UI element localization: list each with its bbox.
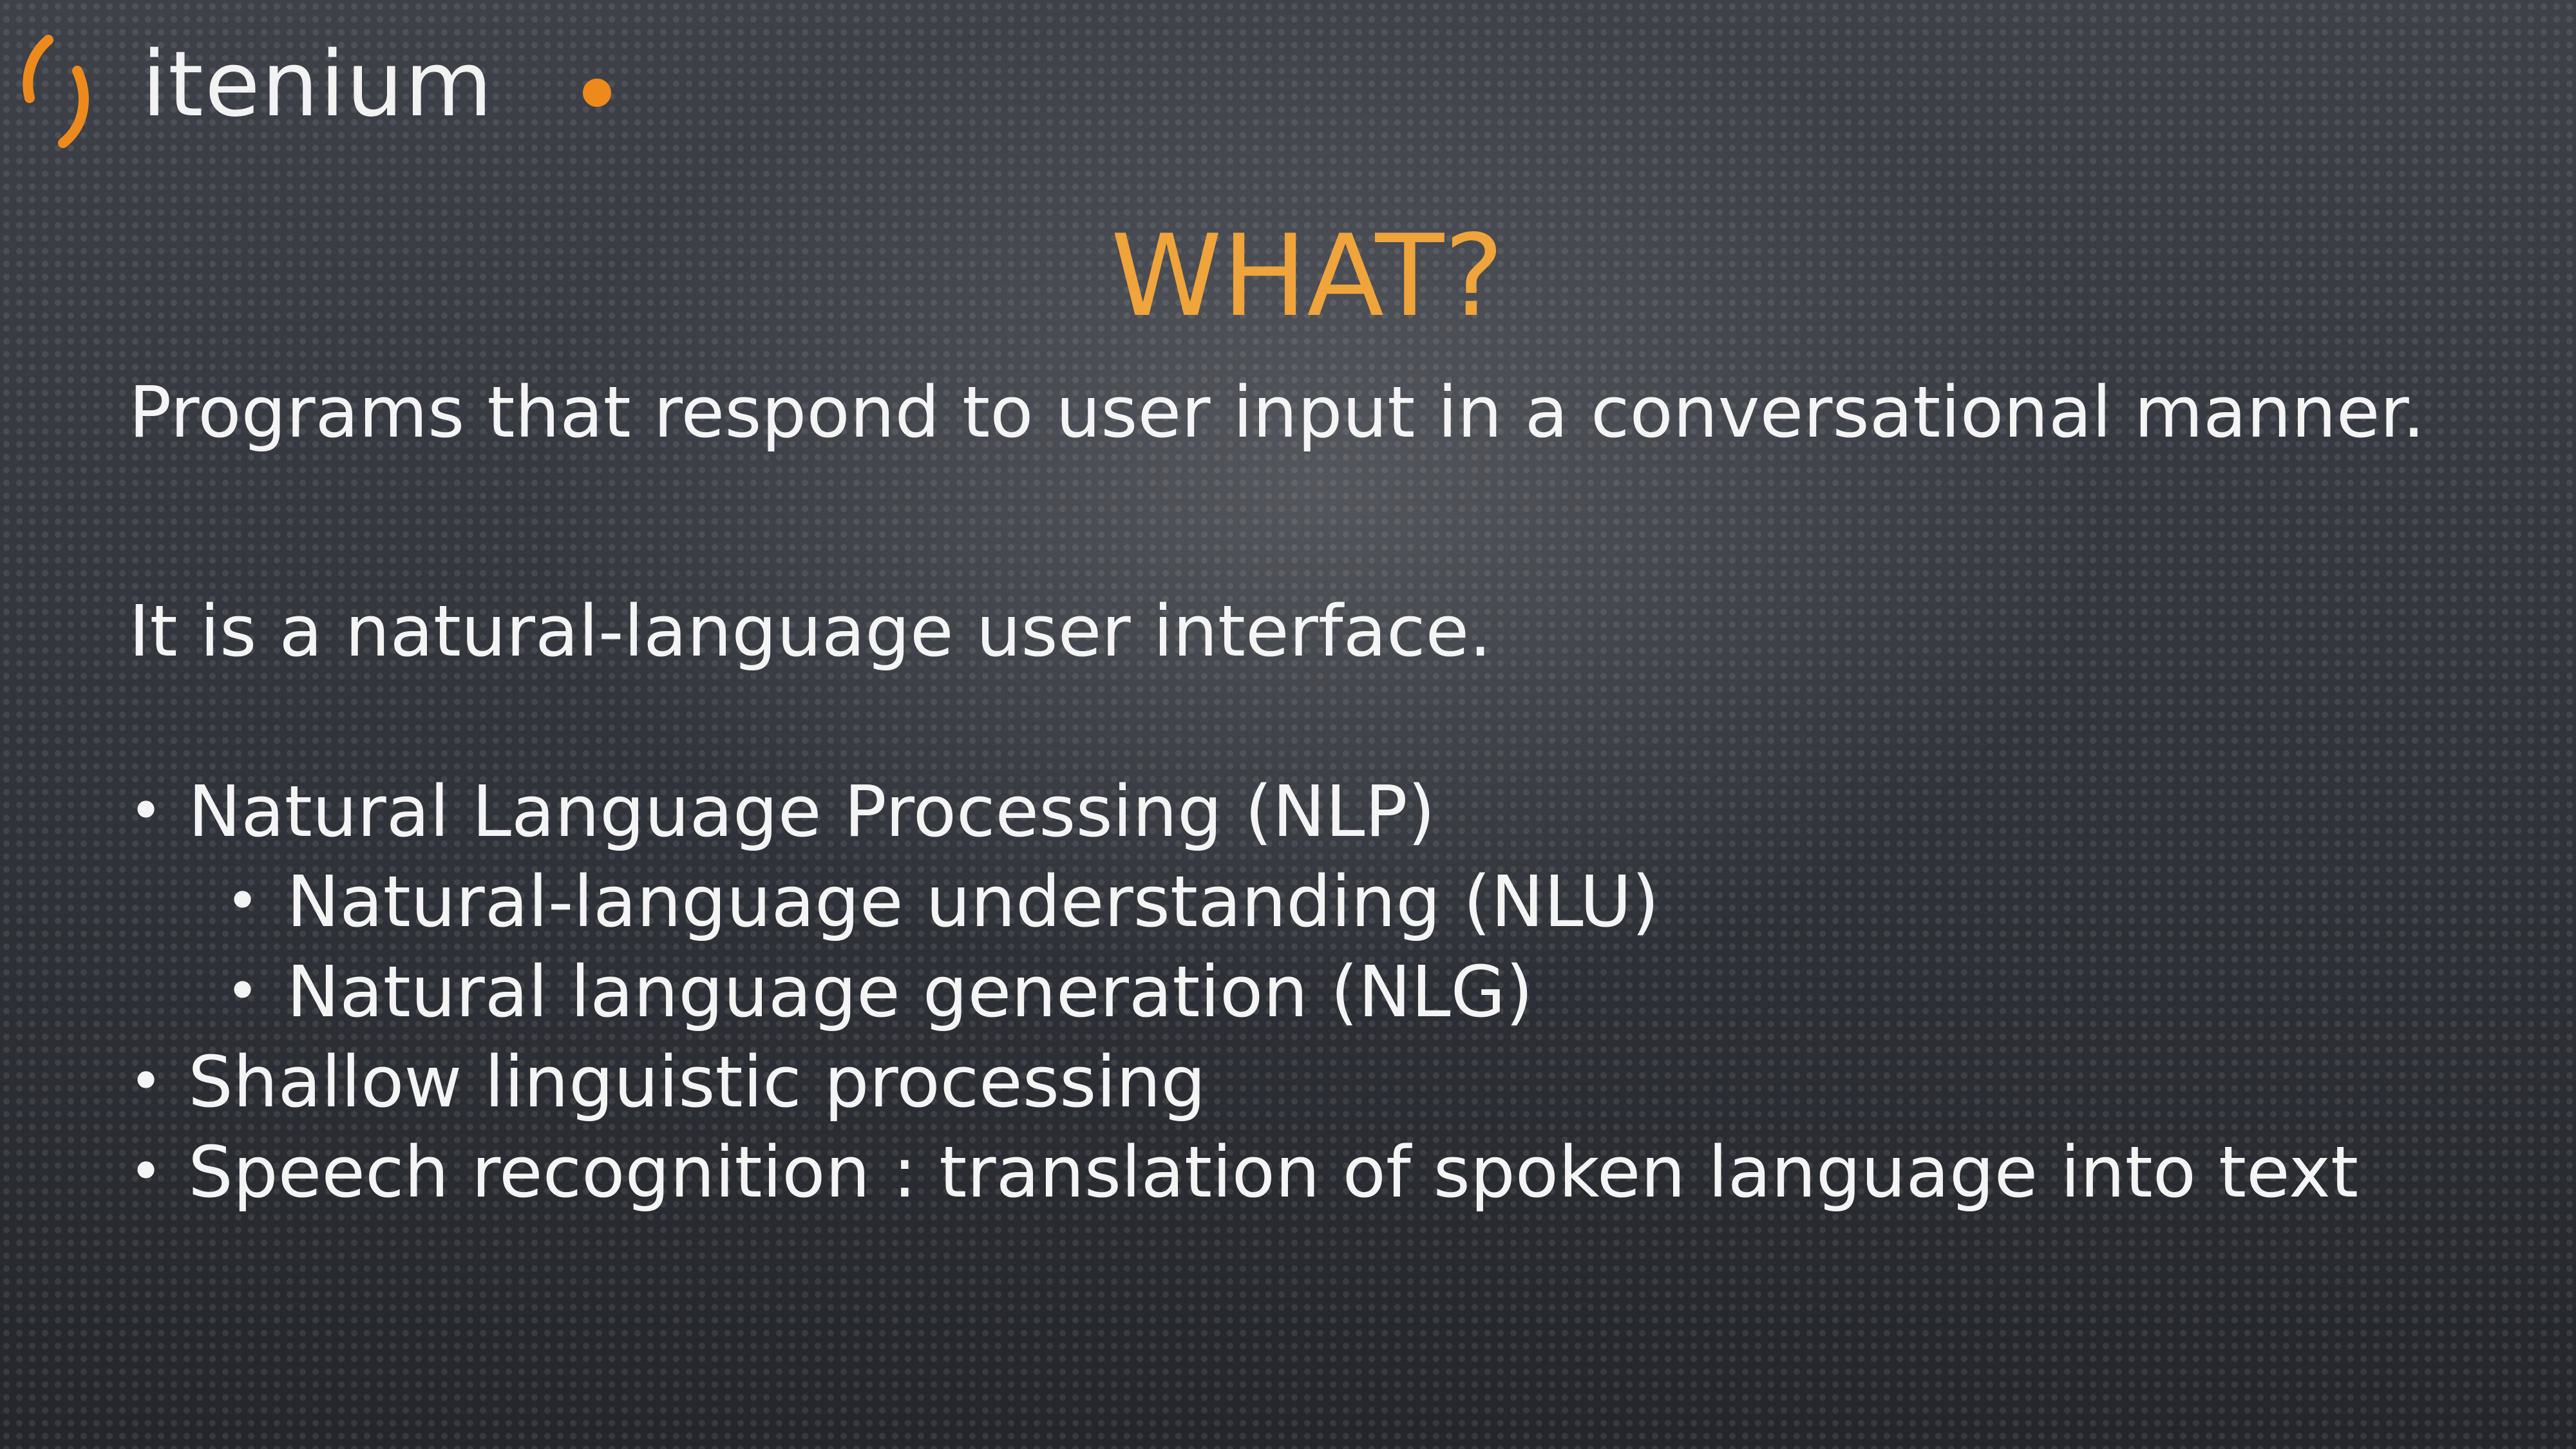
bullet-icon: • [129, 777, 164, 845]
bracket-swoosh-icon [23, 35, 89, 148]
logo-dot [583, 79, 611, 107]
interface-paragraph: It is a natural-language user interface. [129, 590, 1492, 672]
slide-title: WHAT? [1110, 211, 1504, 342]
bullet-icon: • [129, 1138, 164, 1206]
bullet-icon: • [129, 1048, 164, 1115]
definition-paragraph: Programs that respond to user input in a… [129, 371, 2425, 453]
bullet-icon: • [225, 958, 260, 1025]
bullet-icon: • [225, 867, 260, 935]
logo-wordmark: itenium [142, 32, 494, 137]
list-item-text: Speech recognition : translation of spok… [188, 1131, 2359, 1213]
list-item-text: Natural Language Processing (NLP) [188, 770, 1435, 853]
list-item-text: Shallow linguistic processing [188, 1041, 1206, 1123]
list-item-text: Natural-language understanding (NLU) [287, 860, 1660, 943]
list-item-text: Natural language generation (NLG) [287, 951, 1533, 1033]
company-logo: itenium [13, 26, 631, 155]
slide: itenium WHAT? Programs that respond to u… [0, 0, 2576, 1449]
